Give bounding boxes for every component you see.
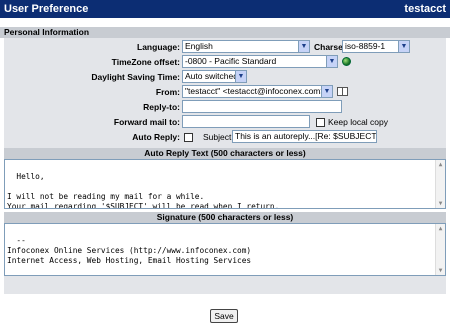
reply-to-label: Reply-to: [143,102,180,112]
dst-label: Daylight Saving Time: [91,72,180,82]
save-button[interactable]: Save [210,309,238,323]
auto-reply-text-header: Auto Reply Text (500 characters or less) [4,148,446,159]
signature-header: Signature (500 characters or less) [4,212,446,223]
auto-reply-label: Auto Reply: [132,132,180,142]
page-title: User Preference [4,3,89,15]
signature-textarea[interactable]: -- Infoconex Online Services (http://www… [4,223,446,276]
charset-label: Charset [314,42,346,52]
forward-label: Forward mail to: [113,117,180,127]
language-row: Language: English ▼ Charset iso-8859-1 ▼ [4,40,446,54]
from-row: From: "testacct" <testacct@infoconex.com… [4,85,446,99]
scroll-up-icon[interactable]: ▲ [436,160,445,169]
chevron-down-icon: ▼ [298,41,309,52]
from-value: "testacct" <testacct@infoconex.com> [185,86,326,96]
timezone-select[interactable]: -0800 - Pacific Standard ▼ [182,55,338,68]
auto-reply-row: Auto Reply: Subject: This is an autorepl… [4,130,446,144]
reply-to-row: Reply-to: [4,100,446,114]
signature-scrollbar[interactable]: ▲ ▼ [435,224,445,275]
chevron-down-icon: ▼ [326,56,337,67]
dst-row: Daylight Saving Time: Auto switched ▼ [4,70,446,84]
scroll-down-icon[interactable]: ▼ [436,199,445,208]
reply-to-input[interactable] [182,100,342,113]
globe-icon[interactable] [342,57,351,66]
language-value: English [185,41,213,51]
chevron-down-icon: ▼ [321,86,332,97]
language-label: Language: [137,42,180,52]
timezone-label: TimeZone offset: [111,57,180,67]
dst-value: Auto switched [185,71,238,81]
username: testacct [404,3,446,15]
charset-select[interactable]: iso-8859-1 ▼ [342,40,410,53]
chevron-down-icon: ▼ [235,71,246,82]
from-select[interactable]: "testacct" <testacct@infoconex.com> ▼ [182,85,333,98]
scroll-up-icon[interactable]: ▲ [436,224,445,233]
scroll-down-icon[interactable]: ▼ [436,266,445,275]
timezone-value: -0800 - Pacific Standard [185,56,277,66]
forward-input[interactable] [182,115,310,128]
chevron-down-icon: ▼ [398,41,409,52]
subject-input[interactable]: This is an autoreply...[Re: $SUBJECT] [232,130,377,143]
auto-reply-textarea[interactable]: Hello, I will not be reading my mail for… [4,159,446,209]
auto-reply-scrollbar[interactable]: ▲ ▼ [435,160,445,208]
keep-local-checkbox[interactable] [316,118,325,127]
signature-content: -- Infoconex Online Services (http://www… [7,236,252,265]
language-select[interactable]: English ▼ [182,40,310,53]
timezone-row: TimeZone offset: -0800 - Pacific Standar… [4,55,446,69]
dst-select[interactable]: Auto switched ▼ [182,70,247,83]
subject-label: Subject: [203,132,234,142]
titlebar: User Preference testacct [0,0,450,18]
auto-reply-checkbox[interactable] [184,133,193,142]
footer-panel [4,276,446,294]
address-book-icon[interactable] [337,87,348,96]
from-label: From: [155,87,180,97]
auto-reply-content: Hello, I will not be reading my mail for… [7,172,280,209]
keep-local-label: Keep local copy [328,117,389,127]
forward-row: Forward mail to: Keep local copy [4,115,446,129]
charset-value: iso-8859-1 [345,41,386,51]
section-header: Personal Information [0,27,450,38]
